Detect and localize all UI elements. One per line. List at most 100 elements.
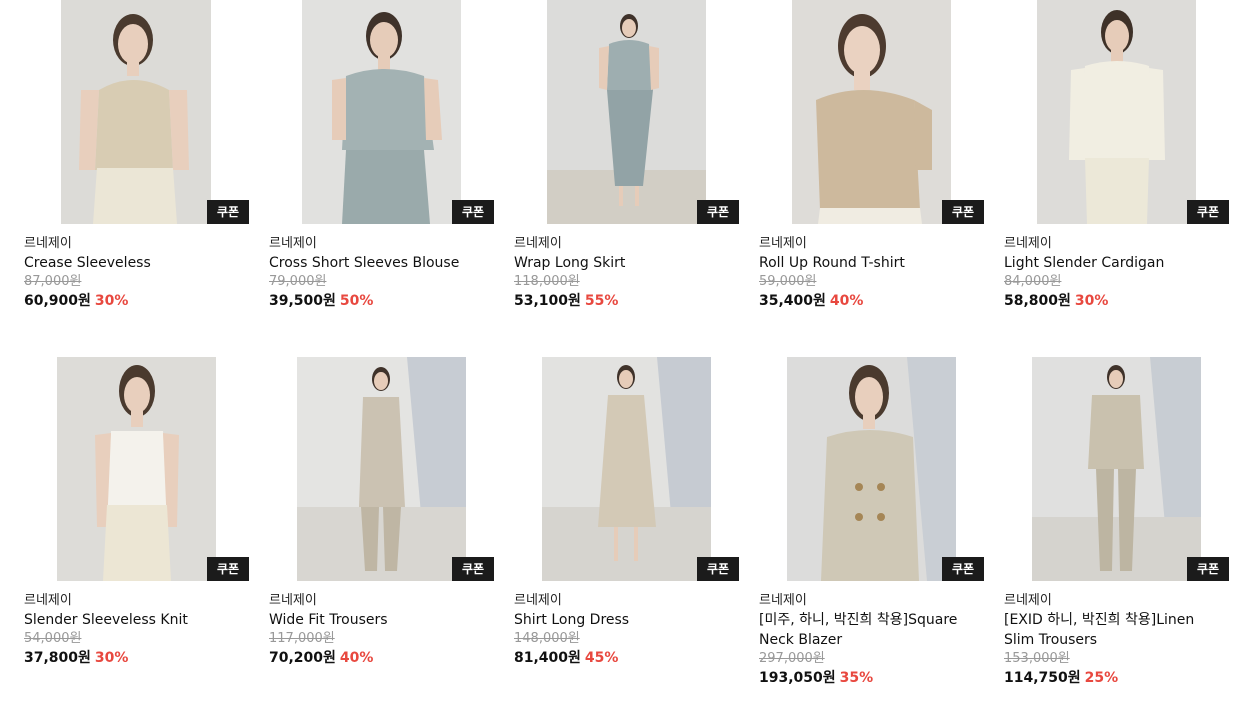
product-brand: 르네제이 — [24, 236, 72, 251]
product-image-link[interactable]: 쿠폰 — [514, 0, 739, 224]
price-row: 81,400원 45% — [514, 648, 739, 668]
product-photo — [1032, 357, 1201, 581]
product-card[interactable]: 쿠폰 르네제이 Slender Sleeveless Knit 54,000원 … — [24, 357, 249, 668]
product-name[interactable]: Shirt Long Dress — [514, 610, 739, 630]
price-row: 37,800원 30% — [24, 648, 249, 668]
product-name[interactable]: Roll Up Round T-shirt — [759, 253, 984, 273]
product-card[interactable]: 쿠폰 르네제이 Wrap Long Skirt 118,000원 53,100원… — [514, 0, 739, 311]
original-price: 297,000원 — [759, 651, 825, 666]
price-row: 53,100원 55% — [514, 291, 739, 311]
product-grid: 쿠폰 르네제이 Crease Sleeveless 87,000원 60,900… — [0, 0, 1241, 703]
discount-rate: 30% — [1074, 293, 1109, 309]
product-card[interactable]: 쿠폰 르네제이 Crease Sleeveless 87,000원 60,900… — [24, 0, 249, 311]
original-price: 118,000원 — [514, 274, 580, 289]
product-name[interactable]: Light Slender Cardigan — [1004, 253, 1229, 273]
product-image-link[interactable]: 쿠폰 — [269, 0, 494, 224]
coupon-badge: 쿠폰 — [942, 557, 984, 581]
coupon-badge: 쿠폰 — [697, 200, 739, 224]
product-image-link[interactable]: 쿠폰 — [1004, 357, 1229, 581]
coupon-badge: 쿠폰 — [452, 200, 494, 224]
original-price: 153,000원 — [1004, 651, 1070, 666]
product-brand: 르네제이 — [269, 236, 317, 251]
discount-rate: 25% — [1084, 670, 1119, 686]
coupon-badge: 쿠폰 — [207, 557, 249, 581]
discount-rate: 30% — [94, 293, 129, 309]
coupon-badge: 쿠폰 — [207, 200, 249, 224]
price-row: 39,500원 50% — [269, 291, 494, 311]
product-card[interactable]: 쿠폰 르네제이 Shirt Long Dress 148,000원 81,400… — [514, 357, 739, 668]
product-card[interactable]: 쿠폰 르네제이 [미주, 하니, 박진희 착용]Square Neck Blaz… — [759, 357, 984, 688]
discount-rate: 40% — [829, 293, 864, 309]
product-photo — [302, 0, 461, 224]
sale-price: 60,900원 — [24, 293, 91, 309]
product-card[interactable]: 쿠폰 르네제이 [EXID 하니, 박진희 착용]Linen Slim Trou… — [1004, 357, 1229, 688]
sale-price: 37,800원 — [24, 650, 91, 666]
discount-rate: 35% — [839, 670, 874, 686]
product-card[interactable]: 쿠폰 르네제이 Cross Short Sleeves Blouse 79,00… — [269, 0, 494, 311]
product-brand: 르네제이 — [24, 593, 72, 608]
product-brand: 르네제이 — [514, 236, 562, 251]
product-photo — [547, 0, 706, 224]
original-price: 84,000원 — [1004, 274, 1062, 289]
original-price: 148,000원 — [514, 631, 580, 646]
product-image-link[interactable]: 쿠폰 — [759, 0, 984, 224]
coupon-badge: 쿠폰 — [697, 557, 739, 581]
product-image-link[interactable]: 쿠폰 — [24, 0, 249, 224]
product-brand: 르네제이 — [514, 593, 562, 608]
product-photo — [61, 0, 211, 224]
coupon-badge: 쿠폰 — [452, 557, 494, 581]
price-row: 70,200원 40% — [269, 648, 494, 668]
sale-price: 193,050원 — [759, 670, 836, 686]
discount-rate: 45% — [584, 650, 619, 666]
original-price: 87,000원 — [24, 274, 82, 289]
product-brand: 르네제이 — [759, 236, 807, 251]
product-brand: 르네제이 — [269, 593, 317, 608]
original-price: 59,000원 — [759, 274, 817, 289]
product-name[interactable]: Wide Fit Trousers — [269, 610, 494, 630]
coupon-badge: 쿠폰 — [942, 200, 984, 224]
product-name[interactable]: [미주, 하니, 박진희 착용]Square Neck Blazer — [759, 610, 984, 650]
product-brand: 르네제이 — [759, 593, 807, 608]
discount-rate: 50% — [339, 293, 374, 309]
price-row: 58,800원 30% — [1004, 291, 1229, 311]
product-card[interactable]: 쿠폰 르네제이 Wide Fit Trousers 117,000원 70,20… — [269, 357, 494, 668]
product-name[interactable]: Wrap Long Skirt — [514, 253, 739, 273]
discount-rate: 30% — [94, 650, 129, 666]
product-card[interactable]: 쿠폰 르네제이 Light Slender Cardigan 84,000원 5… — [1004, 0, 1229, 311]
product-image-link[interactable]: 쿠폰 — [269, 357, 494, 581]
product-image-link[interactable]: 쿠폰 — [1004, 0, 1229, 224]
discount-rate: 40% — [339, 650, 374, 666]
product-brand: 르네제이 — [1004, 236, 1052, 251]
original-price: 117,000원 — [269, 631, 335, 646]
sale-price: 114,750원 — [1004, 670, 1081, 686]
product-name[interactable]: Cross Short Sleeves Blouse — [269, 253, 494, 273]
discount-rate: 55% — [584, 293, 619, 309]
sale-price: 70,200원 — [269, 650, 336, 666]
product-card[interactable]: 쿠폰 르네제이 Roll Up Round T-shirt 59,000원 35… — [759, 0, 984, 311]
product-name[interactable]: Crease Sleeveless — [24, 253, 249, 273]
product-image-link[interactable]: 쿠폰 — [514, 357, 739, 581]
product-photo — [1037, 0, 1196, 224]
price-row: 114,750원 25% — [1004, 668, 1229, 688]
sale-price: 53,100원 — [514, 293, 581, 309]
sale-price: 39,500원 — [269, 293, 336, 309]
original-price: 54,000원 — [24, 631, 82, 646]
price-row: 35,400원 40% — [759, 291, 984, 311]
coupon-badge: 쿠폰 — [1187, 200, 1229, 224]
product-image-link[interactable]: 쿠폰 — [24, 357, 249, 581]
product-photo — [787, 357, 956, 581]
product-photo — [297, 357, 466, 581]
original-price: 79,000원 — [269, 274, 327, 289]
product-photo — [542, 357, 711, 581]
product-photo — [792, 0, 951, 224]
product-image-link[interactable]: 쿠폰 — [759, 357, 984, 581]
product-name[interactable]: [EXID 하니, 박진희 착용]Linen Slim Trousers — [1004, 610, 1229, 650]
product-brand: 르네제이 — [1004, 593, 1052, 608]
price-row: 60,900원 30% — [24, 291, 249, 311]
coupon-badge: 쿠폰 — [1187, 557, 1229, 581]
product-name[interactable]: Slender Sleeveless Knit — [24, 610, 249, 630]
sale-price: 81,400원 — [514, 650, 581, 666]
sale-price: 58,800원 — [1004, 293, 1071, 309]
sale-price: 35,400원 — [759, 293, 826, 309]
price-row: 193,050원 35% — [759, 668, 984, 688]
